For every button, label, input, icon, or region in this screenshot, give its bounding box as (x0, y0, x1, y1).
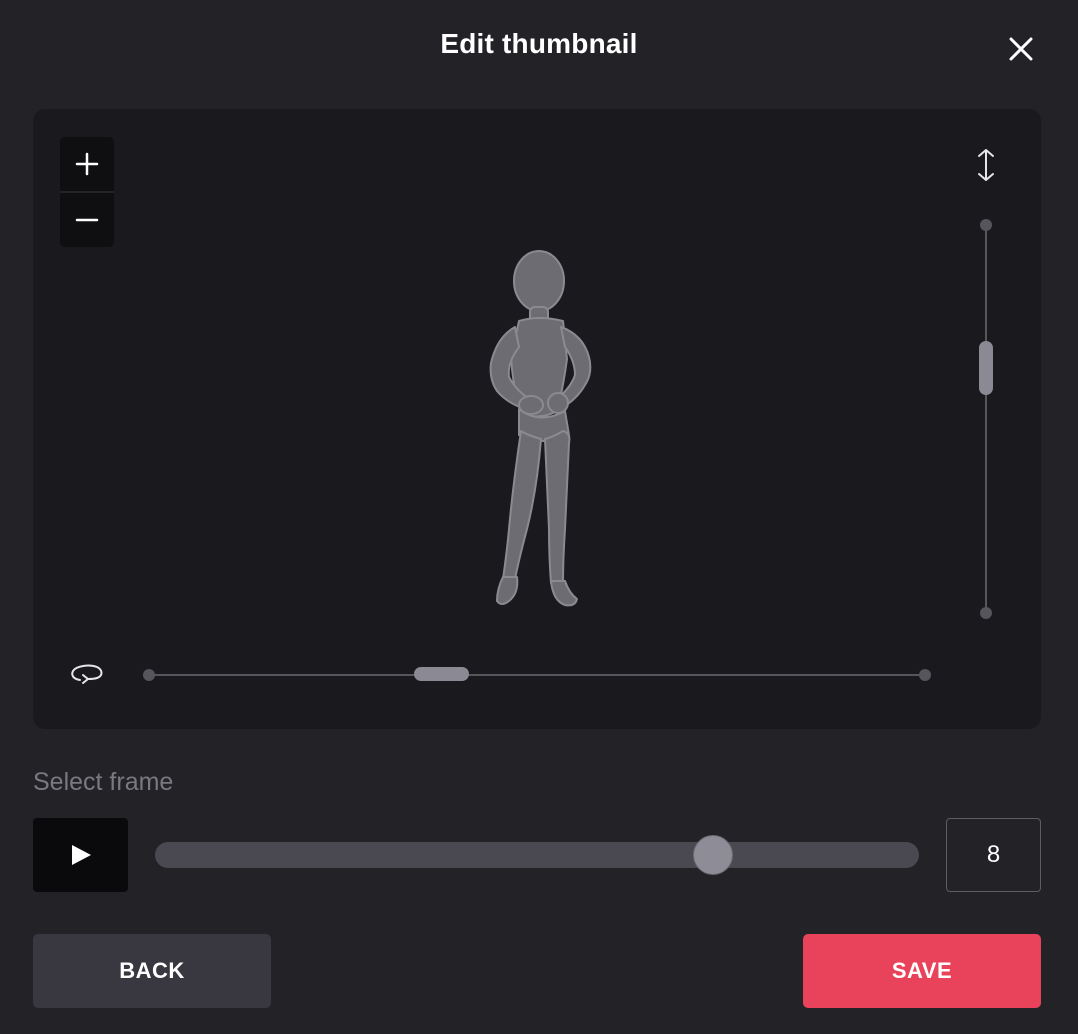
plus-icon (75, 152, 99, 176)
back-button[interactable]: BACK (33, 934, 271, 1008)
avatar-figure (489, 250, 592, 607)
rotation-slider-handle[interactable] (414, 667, 469, 681)
play-button[interactable] (33, 818, 128, 892)
close-icon (1009, 37, 1033, 61)
rotate-icon[interactable] (69, 661, 105, 687)
vertical-slider-end-top (980, 219, 992, 231)
vertical-arrows-icon (973, 147, 999, 183)
zoom-controls (60, 137, 114, 247)
rotation-slider-end-right (919, 669, 931, 681)
frame-slider-handle[interactable] (693, 835, 733, 875)
frame-number-input[interactable] (946, 818, 1041, 892)
vertical-slider-handle[interactable] (979, 341, 993, 395)
rotation-slider-track[interactable] (148, 674, 926, 676)
vertical-slider-end-bottom (980, 607, 992, 619)
close-button[interactable] (1002, 30, 1040, 68)
select-frame-label: Select frame (33, 768, 174, 796)
dialog-title: Edit thumbnail (440, 28, 638, 59)
minus-icon (75, 218, 99, 222)
play-icon (72, 845, 91, 865)
zoom-out-button[interactable] (60, 193, 114, 247)
zoom-in-button[interactable] (60, 137, 114, 191)
rotation-slider-end-left (143, 669, 155, 681)
vertical-slider-track[interactable] (985, 224, 987, 614)
save-button[interactable]: SAVE (803, 934, 1041, 1008)
preview-viewport[interactable] (33, 109, 1041, 729)
frame-slider-track[interactable] (155, 835, 919, 875)
